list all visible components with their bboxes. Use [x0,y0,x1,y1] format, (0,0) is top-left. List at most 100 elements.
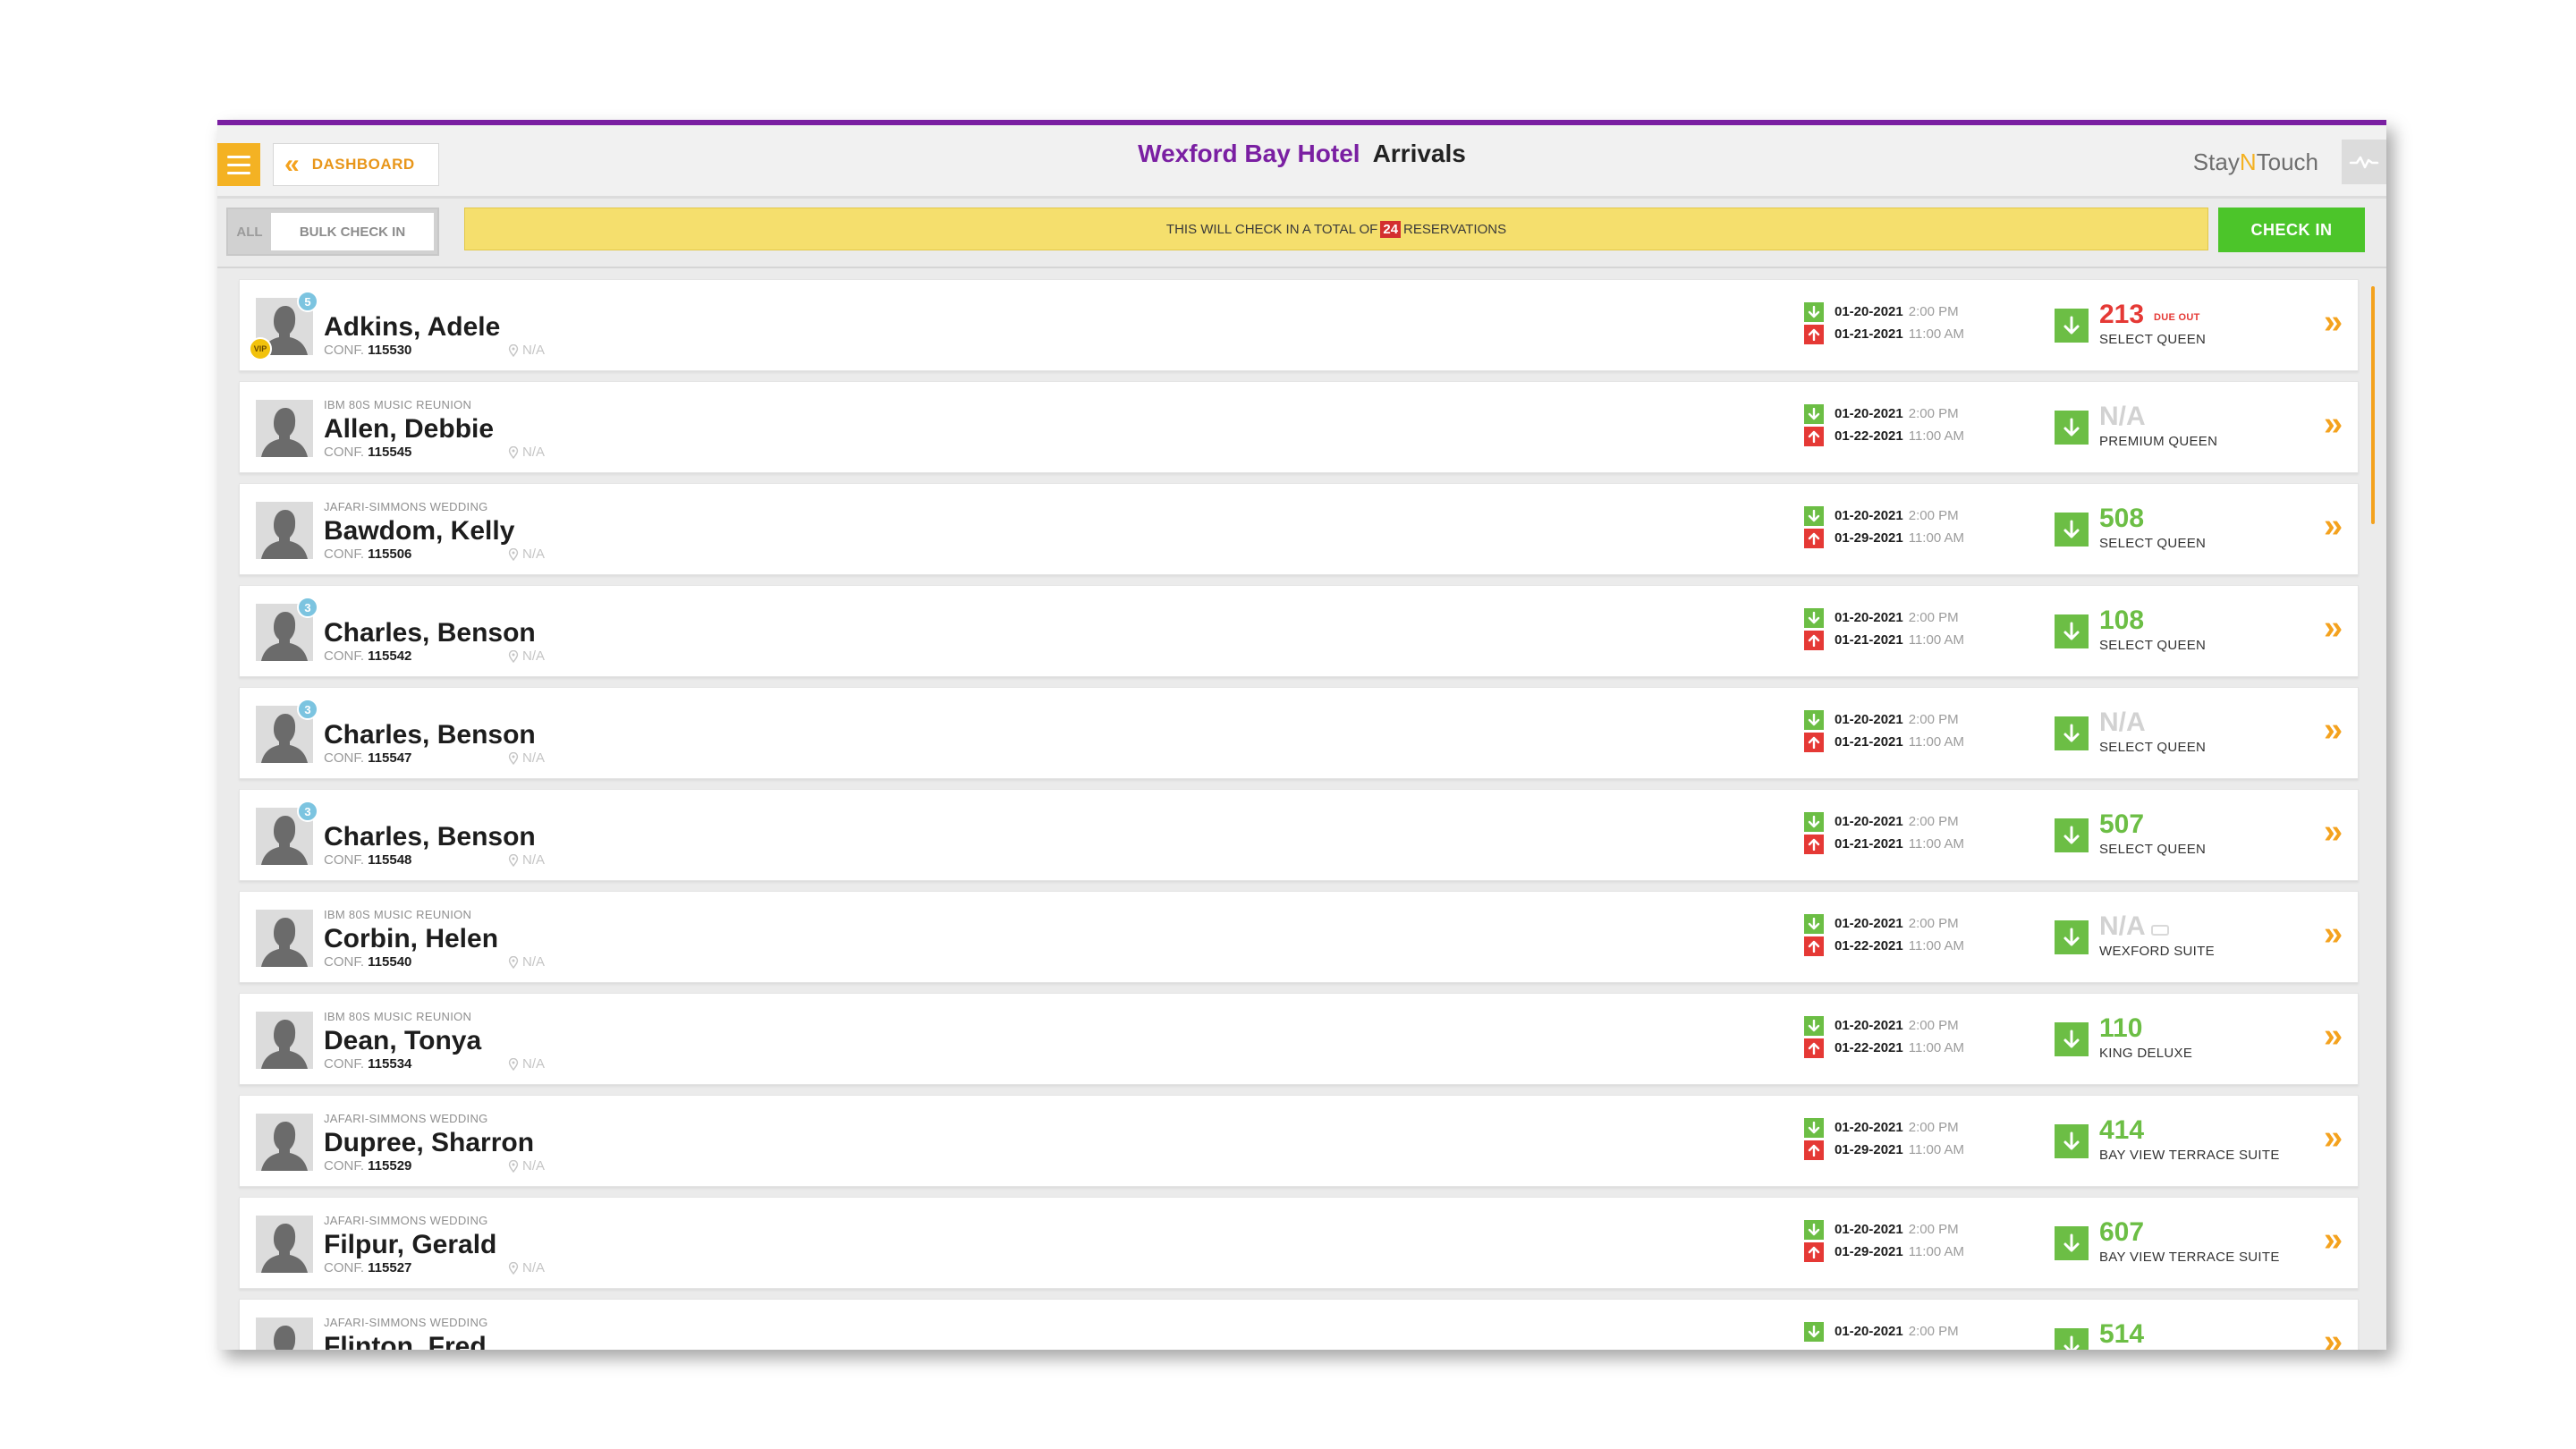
bulk-action-bar: ALL BULK CHECK IN THIS WILL CHECK IN A T… [217,199,2386,268]
departure-icon [1804,426,1824,446]
arrival-arrow-icon [1808,611,1820,623]
room-number: 110 [2099,1013,2143,1043]
room-status-icon [2055,614,2089,648]
scrollbar-thumb[interactable] [2371,286,2375,524]
guest-silhouette-icon [256,910,313,967]
reservation-row[interactable]: JAFARI-SIMMONS WEDDING Filpur, Gerald CONF… [239,1197,2359,1289]
arrival-arrow-icon [1808,815,1820,827]
reservation-row[interactable]: JAFARI-SIMMONS WEDDING Bawdom, Kelly CONF.… [239,483,2359,575]
location: N/A [508,1158,545,1174]
confirmation-number: CONF. 115529 [324,1158,411,1174]
room-status-icon [2055,1328,2089,1350]
brand-logo: StayNTouch [2193,148,2318,176]
reservation-count-badge: 24 [1380,220,1402,238]
double-chevron-right-icon[interactable]: » [2324,305,2343,339]
departure-arrow-icon [1808,430,1820,443]
room-status-icon [2055,513,2089,547]
reservation-row[interactable]: JAFARI-SIMMONS WEDDING Dupree, Sharron CON… [239,1095,2359,1187]
arrival-date: 01-20-2021 [1835,1018,1903,1033]
reservation-row[interactable]: JAFARI-SIMMONS WEDDING Flinton, Fred 01-20… [239,1299,2359,1350]
location: N/A [508,750,545,766]
room-type: SELECT QUEEN [2099,332,2207,347]
stay-dates: 01-20-2021 2:00 PM 01-22-2021 11:00 AM [1804,1014,1964,1059]
check-in-button[interactable]: CHECK IN [2218,208,2365,252]
room-status-icon [2055,920,2089,954]
stay-dates: 01-20-2021 2:00 PM 01-22-2021 11:00 AM [1804,912,1964,957]
double-chevron-right-icon[interactable]: » [2324,611,2343,645]
check-in-arrow-icon [2063,1131,2080,1150]
room-status-icon [2055,1124,2089,1158]
check-in-arrow-icon [2063,520,2080,538]
departure-date-row: 01-22-2021 11:00 AM [1804,935,1964,957]
guest-name: Allen, Debbie [324,414,495,444]
departure-icon [1804,324,1824,344]
activity-button[interactable] [2342,140,2386,184]
group-name: IBM 80S MUSIC REUNION [324,908,472,921]
stay-dates: 01-20-2021 2:00 PM 01-21-2021 11:00 AM [1804,301,1964,345]
double-chevron-right-icon[interactable]: » [2324,1019,2343,1053]
departure-date: 01-29-2021 [1835,530,1903,546]
double-chevron-right-icon[interactable]: » [2324,917,2343,951]
check-in-arrow-icon [2063,316,2080,335]
departure-date-row: 01-22-2021 11:00 AM [1804,425,1964,447]
guest-name: Corbin, Helen [324,924,499,953]
reservation-row[interactable]: IBM 80S MUSIC REUNION Corbin, Helen CONF. … [239,891,2359,983]
guest-avatar [256,1216,313,1273]
departure-icon [1804,834,1824,854]
reservation-row[interactable]: 3 Charles, Benson CONF. 115547 N/A 01-20-202… [239,687,2359,779]
conf-value: 115529 [368,1158,412,1174]
filter-toggle: ALL BULK CHECK IN [226,208,439,256]
double-chevron-right-icon[interactable]: » [2324,1325,2343,1350]
conf-value: 115548 [368,852,412,868]
double-chevron-right-icon[interactable]: » [2324,1121,2343,1155]
departure-date: 01-21-2021 [1835,326,1903,342]
double-chevron-right-icon[interactable]: » [2324,509,2343,543]
stay-dates: 01-20-2021 2:00 PM 01-29-2021 11:00 AM [1804,1116,1964,1161]
confirmation-number: CONF. 115547 [324,750,411,766]
arrival-icon [1804,1117,1824,1138]
hotel-name: Wexford Bay Hotel [1138,140,1360,167]
brand-prefix: Stay [2192,148,2240,175]
hamburger-icon-line [227,171,250,174]
guest-silhouette-icon [256,1318,313,1350]
departure-time: 11:00 AM [1908,1040,1964,1055]
reservation-row[interactable]: 3 Charles, Benson CONF. 115542 N/A 01-20-202… [239,585,2359,677]
arrival-icon [1804,403,1824,424]
departure-icon [1804,936,1824,956]
confirmation-number: CONF. 115530 [324,343,411,358]
arrival-time: 2:00 PM [1908,406,1959,421]
reservation-row[interactable]: IBM 80S MUSIC REUNION Dean, Tonya CONF. 11… [239,993,2359,1085]
bulk-check-in-button[interactable]: BULK CHECK IN [271,213,434,250]
due-out-tag: DUE OUT [2154,312,2200,323]
reservation-row[interactable]: 5 VIP Adkins, Adele CONF. 115530 N/A 01-20-20… [239,279,2359,371]
departure-time: 11:00 AM [1908,734,1964,750]
group-name: JAFARI-SIMMONS WEDDING [324,500,488,513]
reservation-row[interactable]: 3 Charles, Benson CONF. 115548 N/A 01-20-202… [239,789,2359,881]
departure-date-row: 01-22-2021 11:00 AM [1804,1037,1964,1059]
stay-dates: 01-20-2021 2:00 PM [1804,1320,1959,1343]
stay-dates: 01-20-2021 2:00 PM 01-29-2021 11:00 AM [1804,1218,1964,1263]
location: N/A [508,445,545,460]
departure-date-row: 01-21-2021 11:00 AM [1804,731,1964,753]
page-name: Arrivals [1372,140,1466,167]
confirmation-number: CONF. 115545 [324,445,411,460]
departure-arrow-icon [1808,838,1820,851]
all-filter-button[interactable]: ALL [228,225,271,240]
guest-name: Charles, Benson [324,822,536,852]
double-chevron-right-icon[interactable]: » [2324,815,2343,849]
double-chevron-right-icon[interactable]: » [2324,407,2343,441]
guest-silhouette-icon [256,400,313,457]
double-chevron-right-icon[interactable]: » [2324,1223,2343,1257]
arrival-time: 2:00 PM [1908,508,1959,523]
group-name: IBM 80S MUSIC REUNION [324,398,472,411]
guest-avatar [256,1318,313,1350]
guest-name: Charles, Benson [324,618,536,648]
arrival-icon [1804,301,1824,322]
room-status-icon [2055,309,2089,343]
guest-avatar [256,502,313,559]
reservation-row[interactable]: IBM 80S MUSIC REUNION Allen, Debbie CONF. … [239,381,2359,473]
location-value: N/A [522,954,546,970]
departure-icon [1804,1241,1824,1262]
double-chevron-right-icon[interactable]: » [2324,713,2343,747]
group-name: IBM 80S MUSIC REUNION [324,1010,472,1023]
